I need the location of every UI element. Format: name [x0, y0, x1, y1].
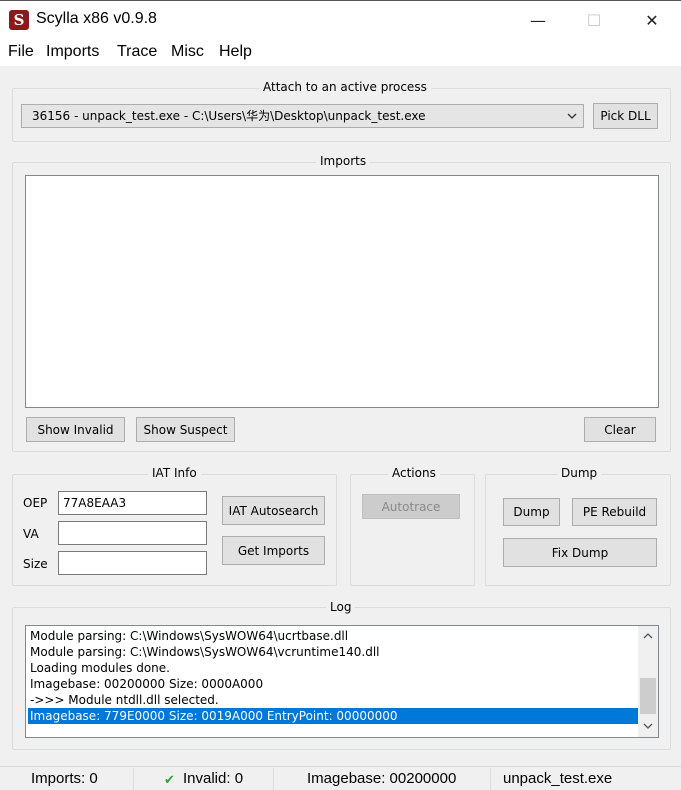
show-invalid-button[interactable]: Show Invalid [26, 417, 125, 442]
chevron-down-icon [567, 113, 577, 119]
log-line[interactable]: ->>> Module ntdll.dll selected. [30, 692, 219, 708]
log-scrollbar-thumb[interactable] [640, 678, 656, 714]
pe-rebuild-button[interactable]: PE Rebuild [572, 498, 657, 526]
process-select-value: 36156 - unpack_test.exe - C:\Users\华为\De… [32, 109, 426, 123]
va-label: VA [23, 527, 39, 541]
actions-group [350, 474, 475, 586]
process-select[interactable]: 36156 - unpack_test.exe - C:\Users\华为\De… [21, 104, 584, 128]
maximize-button: ☐ [586, 11, 602, 30]
log-line[interactable]: Module parsing: C:\Windows\SysWOW64\vcru… [30, 644, 380, 660]
menu-misc[interactable]: Misc [171, 43, 204, 61]
pick-dll-button[interactable]: Pick DLL [593, 103, 658, 129]
log-scrollbar[interactable] [638, 626, 658, 737]
close-button[interactable]: ✕ [629, 6, 675, 36]
check-icon: ✔ [164, 772, 175, 787]
imports-group-label: Imports [316, 154, 371, 168]
log-group-label: Log [326, 600, 356, 614]
menu-imports[interactable]: Imports [46, 43, 99, 61]
imports-tree[interactable] [25, 175, 659, 408]
dump-group-label: Dump [557, 466, 602, 480]
log-line-selected[interactable]: Imagebase: 779E0000 Size: 0019A000 Entry… [28, 708, 638, 724]
oep-label: OEP [23, 496, 48, 510]
status-imagebase: Imagebase: 00200000 [307, 770, 457, 787]
clear-button[interactable]: Clear [584, 417, 656, 442]
window-title: Scylla x86 v0.9.8 [36, 10, 157, 27]
oep-input[interactable]: 77A8EAA3 [58, 491, 207, 515]
log-line[interactable]: Loading modules done. [30, 660, 170, 676]
menu-file[interactable]: File [8, 43, 34, 61]
status-module-name: unpack_test.exe [503, 770, 613, 787]
fix-dump-button[interactable]: Fix Dump [503, 538, 657, 567]
va-input[interactable] [58, 521, 207, 545]
menu-trace[interactable]: Trace [117, 43, 157, 61]
log-line[interactable]: Module parsing: C:\Windows\SysWOW64\ucrt… [30, 628, 348, 644]
menu-bar [0, 40, 681, 66]
attach-group-label: Attach to an active process [259, 80, 431, 94]
dump-button[interactable]: Dump [503, 498, 560, 526]
actions-group-label: Actions [388, 466, 440, 480]
get-imports-button[interactable]: Get Imports [222, 536, 325, 565]
status-separator [490, 768, 491, 790]
minimize-button[interactable]: — [515, 6, 561, 36]
iat-info-group-label: IAT Info [148, 466, 201, 480]
status-separator [133, 768, 134, 790]
menu-help[interactable]: Help [219, 43, 252, 61]
status-invalid-count: Invalid: 0 [183, 770, 244, 787]
show-suspect-button[interactable]: Show Suspect [136, 417, 235, 442]
iat-autosearch-button[interactable]: IAT Autosearch [222, 496, 325, 525]
status-imports-count: Imports: 0 [31, 770, 98, 787]
size-input[interactable] [58, 551, 207, 575]
autotrace-button: Autotrace [362, 494, 460, 519]
dump-group [485, 474, 671, 586]
size-label: Size [23, 557, 48, 571]
log-line[interactable]: Imagebase: 00200000 Size: 0000A000 [30, 676, 263, 692]
scroll-down-arrow-icon[interactable] [643, 723, 653, 730]
scroll-up-arrow-icon[interactable] [643, 632, 653, 639]
status-separator [273, 768, 274, 790]
scylla-app-icon: S [9, 10, 29, 30]
log-list[interactable]: Module parsing: C:\Windows\SysWOW64\ucrt… [25, 625, 659, 738]
